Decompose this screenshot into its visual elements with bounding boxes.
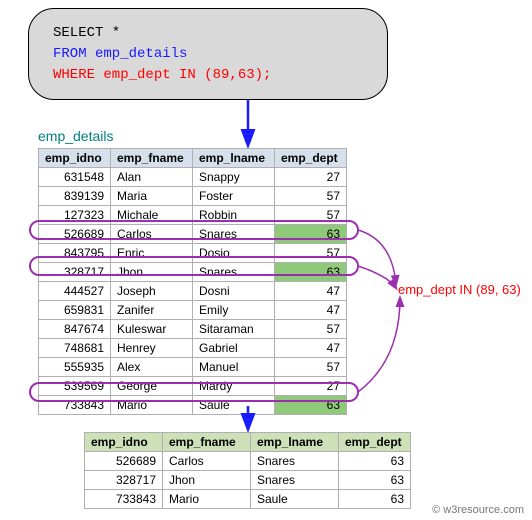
- filter-annotation: emp_dept IN (89, 63): [398, 282, 521, 297]
- cell-dept: 47: [275, 301, 347, 320]
- cell-dept: 47: [275, 282, 347, 301]
- sql-query-box: SELECT * FROM emp_details WHERE emp_dept…: [28, 8, 388, 100]
- cell-lname: Saule: [193, 396, 275, 415]
- cell-lname: Saule: [251, 490, 339, 509]
- col-header-fname: emp_fname: [111, 149, 193, 168]
- cell-dept: 57: [275, 187, 347, 206]
- cell-dept: 63: [339, 471, 411, 490]
- source-table: emp_idno emp_fname emp_lname emp_dept 63…: [38, 148, 347, 415]
- cell-idno: 839139: [39, 187, 111, 206]
- cell-fname: Maria: [111, 187, 193, 206]
- cell-idno: 444527: [39, 282, 111, 301]
- table-row: 526689CarlosSnares63: [39, 225, 347, 244]
- cell-lname: Dosio: [193, 244, 275, 263]
- cell-dept: 63: [339, 452, 411, 471]
- table-row: 733843MarioSaule63: [39, 396, 347, 415]
- table-row: 748681HenreyGabriel47: [39, 339, 347, 358]
- table-row: 631548AlanSnappy27: [39, 168, 347, 187]
- cell-fname: Michale: [111, 206, 193, 225]
- cell-lname: Sitaraman: [193, 320, 275, 339]
- cell-lname: Robbin: [193, 206, 275, 225]
- cell-idno: 733843: [85, 490, 163, 509]
- cell-lname: Mardy: [193, 377, 275, 396]
- table-row: 328717JhonSnares63: [39, 263, 347, 282]
- cell-fname: Mario: [111, 396, 193, 415]
- table-row: 843795EnricDosio57: [39, 244, 347, 263]
- cell-lname: Emily: [193, 301, 275, 320]
- col-header-lname: emp_lname: [193, 149, 275, 168]
- table-row: 555935AlexManuel57: [39, 358, 347, 377]
- col-header-idno: emp_idno: [39, 149, 111, 168]
- watermark: © w3resource.com: [432, 504, 524, 516]
- cell-dept: 57: [275, 206, 347, 225]
- cell-idno: 733843: [39, 396, 111, 415]
- cell-dept: 47: [275, 339, 347, 358]
- cell-fname: Carlos: [163, 452, 251, 471]
- table-row: 539569GeorgeMardy27: [39, 377, 347, 396]
- result-table: emp_idno emp_fname emp_lname emp_dept 52…: [84, 432, 411, 509]
- cell-dept: 63: [275, 263, 347, 282]
- cell-idno: 127323: [39, 206, 111, 225]
- cell-dept: 57: [275, 320, 347, 339]
- cell-fname: Joseph: [111, 282, 193, 301]
- cell-dept: 63: [275, 225, 347, 244]
- table-row: 659831ZaniferEmily47: [39, 301, 347, 320]
- source-table-header: emp_idno emp_fname emp_lname emp_dept: [39, 149, 347, 168]
- col-header-lname: emp_lname: [251, 433, 339, 452]
- cell-lname: Snares: [251, 471, 339, 490]
- table-row: 847674KuleswarSitaraman57: [39, 320, 347, 339]
- table-row: 839139MariaFoster57: [39, 187, 347, 206]
- cell-dept: 27: [275, 377, 347, 396]
- cell-fname: Mario: [163, 490, 251, 509]
- cell-fname: Zanifer: [111, 301, 193, 320]
- cell-lname: Snares: [193, 225, 275, 244]
- cell-idno: 847674: [39, 320, 111, 339]
- cell-fname: Henrey: [111, 339, 193, 358]
- cell-idno: 748681: [39, 339, 111, 358]
- cell-dept: 63: [339, 490, 411, 509]
- cell-fname: Enric: [111, 244, 193, 263]
- cell-lname: Foster: [193, 187, 275, 206]
- sql-from-line: FROM emp_details: [53, 44, 363, 65]
- cell-fname: Alex: [111, 358, 193, 377]
- col-header-dept: emp_dept: [275, 149, 347, 168]
- table-row: 127323MichaleRobbin57: [39, 206, 347, 225]
- cell-idno: 843795: [39, 244, 111, 263]
- cell-lname: Snares: [193, 263, 275, 282]
- result-table-header: emp_idno emp_fname emp_lname emp_dept: [85, 433, 411, 452]
- cell-idno: 539569: [39, 377, 111, 396]
- cell-idno: 555935: [39, 358, 111, 377]
- table-row: 526689CarlosSnares63: [85, 452, 411, 471]
- cell-dept: 57: [275, 244, 347, 263]
- table-row: 444527JosephDosni47: [39, 282, 347, 301]
- cell-lname: Manuel: [193, 358, 275, 377]
- sql-select-line: SELECT *: [53, 23, 363, 44]
- table-row: 733843MarioSaule63: [85, 490, 411, 509]
- sql-where-line: WHERE emp_dept IN (89,63);: [53, 65, 363, 86]
- cell-idno: 526689: [85, 452, 163, 471]
- cell-fname: Kuleswar: [111, 320, 193, 339]
- cell-idno: 631548: [39, 168, 111, 187]
- cell-dept: 57: [275, 358, 347, 377]
- cell-fname: Alan: [111, 168, 193, 187]
- cell-fname: Jhon: [111, 263, 193, 282]
- cell-lname: Dosni: [193, 282, 275, 301]
- cell-fname: Carlos: [111, 225, 193, 244]
- source-table-name: emp_details: [38, 128, 114, 144]
- table-row: 328717JhonSnares63: [85, 471, 411, 490]
- col-header-idno: emp_idno: [85, 433, 163, 452]
- cell-dept: 27: [275, 168, 347, 187]
- cell-lname: Snappy: [193, 168, 275, 187]
- cell-fname: George: [111, 377, 193, 396]
- cell-idno: 328717: [39, 263, 111, 282]
- col-header-fname: emp_fname: [163, 433, 251, 452]
- cell-lname: Gabriel: [193, 339, 275, 358]
- cell-idno: 328717: [85, 471, 163, 490]
- cell-idno: 659831: [39, 301, 111, 320]
- cell-fname: Jhon: [163, 471, 251, 490]
- cell-dept: 63: [275, 396, 347, 415]
- col-header-dept: emp_dept: [339, 433, 411, 452]
- cell-idno: 526689: [39, 225, 111, 244]
- cell-lname: Snares: [251, 452, 339, 471]
